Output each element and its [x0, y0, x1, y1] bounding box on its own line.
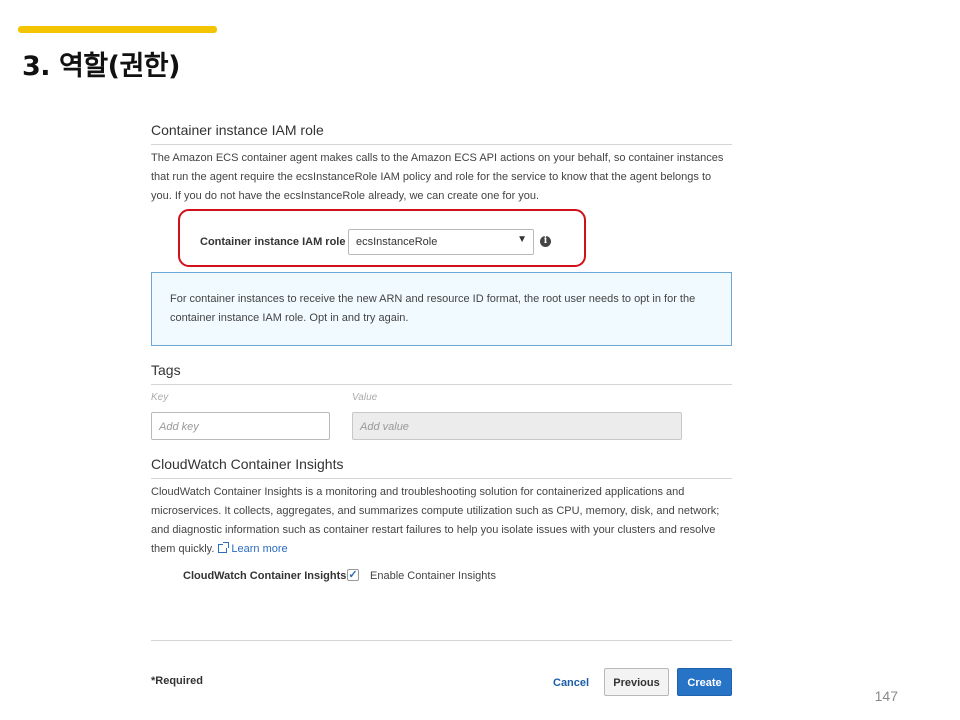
info-icon[interactable]: i — [540, 236, 551, 247]
tag-value-placeholder: Add value — [360, 421, 409, 433]
checkmark-icon: ✓ — [348, 569, 358, 581]
ecs-cluster-config-panel: Container instance IAM role The Amazon E… — [151, 112, 732, 712]
iam-section-title: Container instance IAM role — [151, 122, 324, 138]
enable-insights-checkbox[interactable]: ✓ — [347, 569, 359, 581]
insights-section-title: CloudWatch Container Insights — [151, 456, 344, 472]
external-link-icon — [218, 542, 230, 553]
enable-insights-label[interactable]: Enable Container Insights — [370, 570, 496, 582]
iam-role-selected-value: ecsInstanceRole — [356, 236, 438, 248]
iam-section-description: The Amazon ECS container agent makes cal… — [151, 152, 724, 202]
previous-button[interactable]: Previous — [604, 668, 669, 696]
insights-field-label: CloudWatch Container Insights — [183, 570, 347, 582]
chevron-down-icon: ▼ — [517, 234, 527, 245]
section-divider — [151, 478, 732, 479]
arn-info-message: For container instances to receive the n… — [170, 293, 696, 324]
iam-role-label: Container instance IAM role — [200, 236, 346, 248]
tags-section-title: Tags — [151, 362, 181, 378]
section-divider — [151, 384, 732, 385]
page-number: 147 — [874, 688, 898, 704]
tag-key-label: Key — [151, 392, 169, 403]
create-button[interactable]: Create — [677, 668, 732, 696]
tag-value-label: Value — [352, 392, 378, 403]
footer-divider — [151, 640, 732, 641]
insights-description: CloudWatch Container Insights is a monit… — [151, 483, 732, 559]
section-divider — [151, 144, 732, 145]
learn-more-link[interactable]: Learn more — [231, 543, 287, 555]
arn-info-box: For container instances to receive the n… — [151, 272, 732, 346]
slide-title: 3. 역할(권한) — [22, 51, 180, 82]
tag-key-placeholder: Add key — [159, 421, 199, 433]
tag-key-input[interactable]: Add key — [151, 412, 330, 440]
iam-role-select[interactable]: ecsInstanceRole ▼ — [348, 229, 534, 255]
required-note: *Required — [151, 675, 203, 687]
cancel-button[interactable]: Cancel — [546, 668, 592, 696]
slide-accent-bar — [18, 26, 217, 33]
tag-value-input: Add value — [352, 412, 682, 440]
